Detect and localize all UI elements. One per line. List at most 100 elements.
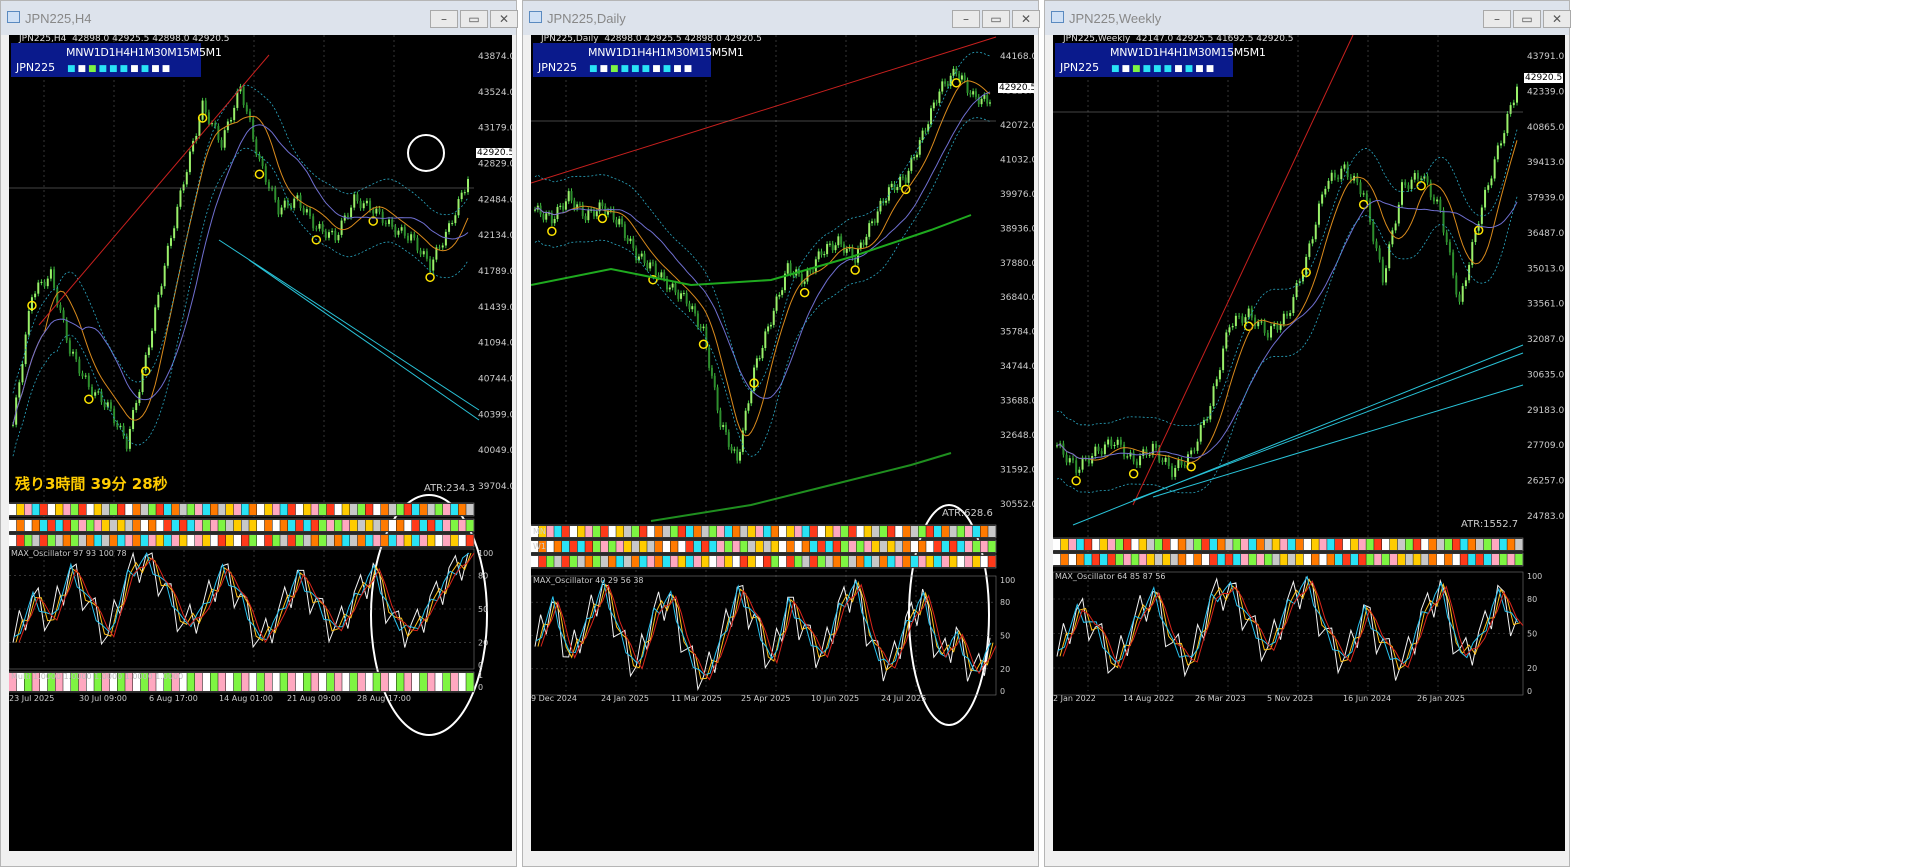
atr-value: ATR:234.3 — [424, 483, 475, 494]
chart-area[interactable]: 43791.0 42339.0 40865.0 39413.0 37939.0 36487… — [1053, 35, 1565, 851]
maximize-button[interactable]: ▭ — [982, 10, 1010, 28]
close-button[interactable]: ✕ — [1012, 10, 1040, 28]
window-titlebar[interactable]: JPN225,Daily – ▭ ✕ — [523, 1, 1040, 35]
color-bar-cell — [257, 535, 265, 546]
maximize-button[interactable]: ▭ — [460, 10, 488, 28]
candle-body — [1506, 113, 1509, 134]
candle-body — [559, 205, 562, 207]
color-bar-cell — [47, 504, 55, 515]
price-tick-label: 31592.0 — [1000, 466, 1034, 476]
color-bar-cell — [1405, 539, 1413, 550]
color-bar-cell — [435, 535, 443, 546]
color-bar-cell — [662, 556, 670, 567]
candle-body — [230, 120, 233, 122]
color-bar-cell — [1413, 539, 1421, 550]
price-tick-label: 35784.0 — [1000, 328, 1034, 338]
candle-body — [400, 227, 403, 231]
color-bar-cell — [624, 556, 632, 567]
candle-body — [1282, 313, 1285, 325]
minimize-button[interactable]: – — [952, 10, 980, 28]
multi-bar-cell — [427, 673, 435, 691]
color-bar-cell — [102, 520, 110, 531]
price-tick-label: 32087.0 — [1527, 335, 1564, 345]
candle-body — [72, 351, 75, 354]
candle-body — [315, 228, 318, 230]
color-bar-cell — [1194, 554, 1202, 565]
color-bar-cell — [965, 526, 973, 537]
color-bar-cell — [117, 535, 125, 546]
candle-body — [1487, 185, 1490, 190]
candle-body — [694, 306, 697, 314]
chart-area[interactable]: 43874.0 43524.0 43179.0 42829.0 42484.0 42134… — [9, 35, 512, 851]
candle-body — [154, 307, 157, 331]
color-bar-cell — [593, 556, 601, 567]
color-bar-cell — [748, 526, 756, 537]
color-bar-cell — [585, 526, 593, 537]
color-bar-cell — [1429, 539, 1437, 550]
candle-body — [758, 358, 761, 360]
chart-area[interactable]: 44168.043128.042072.041032.039976.038936… — [531, 35, 1034, 851]
oscillator-label: MAX_Oscillator 40 29 56 38 — [533, 576, 644, 585]
candle-body — [899, 176, 902, 188]
color-bar-cell — [1499, 539, 1507, 550]
candle-body — [1212, 386, 1215, 407]
color-bar-cell — [264, 535, 272, 546]
color-bar-cell — [1444, 554, 1452, 565]
color-bar-cell — [717, 541, 725, 552]
candle-body — [1078, 469, 1081, 473]
color-bar-cell — [631, 556, 639, 567]
price-tick-label: 39413.0 — [1527, 158, 1564, 168]
color-bar-cell — [94, 520, 102, 531]
candle-body — [40, 281, 43, 283]
candle-body — [1448, 242, 1451, 253]
color-bar-cell — [1248, 539, 1257, 550]
color-bar-cell — [1335, 539, 1343, 550]
close-button[interactable]: ✕ — [490, 10, 518, 28]
candle-body — [553, 218, 556, 224]
chart-window-weekly[interactable]: JPN225,Weekly – ▭ ✕ 43791.0 42339.0 40865.… — [1044, 0, 1571, 867]
color-bar-cell — [1358, 554, 1366, 565]
window-titlebar[interactable]: JPN225,H4 – ▭ ✕ — [1, 1, 518, 35]
color-bar-cell — [965, 541, 973, 552]
color-bar-cell — [1068, 554, 1076, 565]
color-bar-cell — [1295, 539, 1304, 550]
annotation-circle — [407, 134, 445, 172]
color-bar-cell — [1483, 539, 1492, 550]
window-titlebar[interactable]: JPN225,Weekly – ▭ ✕ — [1045, 1, 1571, 35]
candle-body — [1209, 406, 1212, 420]
color-bar-cell — [786, 541, 794, 552]
color-bar-cell — [16, 504, 24, 515]
candle-body — [972, 91, 975, 95]
maximize-button[interactable]: ▭ — [1513, 10, 1541, 28]
color-bar-cell — [802, 541, 810, 552]
candle-body — [727, 432, 730, 447]
color-bar-cell — [1131, 539, 1139, 550]
date-label: 30 Jul 09:00 — [79, 694, 127, 703]
chart-window-daily[interactable]: JPN225,Daily – ▭ ✕ 44168.043128.042072.0… — [522, 0, 1040, 867]
color-bar-cell — [1225, 554, 1233, 565]
candle-body — [907, 170, 910, 183]
chart-window-h4[interactable]: JPN225,H4 – ▭ ✕ 43874.0 43524.0 43179.0 428… — [0, 0, 518, 867]
color-bar-cell — [1507, 554, 1515, 565]
candle-body — [1257, 322, 1260, 327]
color-bar-cell — [686, 556, 694, 567]
close-button[interactable]: ✕ — [1543, 10, 1571, 28]
chart-window-icon — [529, 11, 542, 23]
candle-body — [1113, 444, 1116, 447]
minimize-button[interactable]: – — [1483, 10, 1511, 28]
trend-line-red — [1132, 35, 1354, 506]
candle-body — [1126, 456, 1129, 458]
candle-body — [264, 166, 267, 183]
minimize-button[interactable]: – — [430, 10, 458, 28]
candle-body — [103, 402, 106, 408]
candle-body — [1151, 443, 1154, 455]
candle-body — [467, 179, 469, 193]
candle-body — [425, 251, 428, 259]
color-bar-cell — [802, 556, 810, 567]
atr-value: ATR:1552.7 — [1461, 519, 1519, 530]
multi-bar-cell — [249, 673, 257, 691]
price-tick-label: 40744.0 — [478, 375, 512, 385]
candle-body — [1500, 143, 1503, 146]
candle-body — [542, 214, 545, 220]
color-bar-cell — [55, 535, 63, 546]
